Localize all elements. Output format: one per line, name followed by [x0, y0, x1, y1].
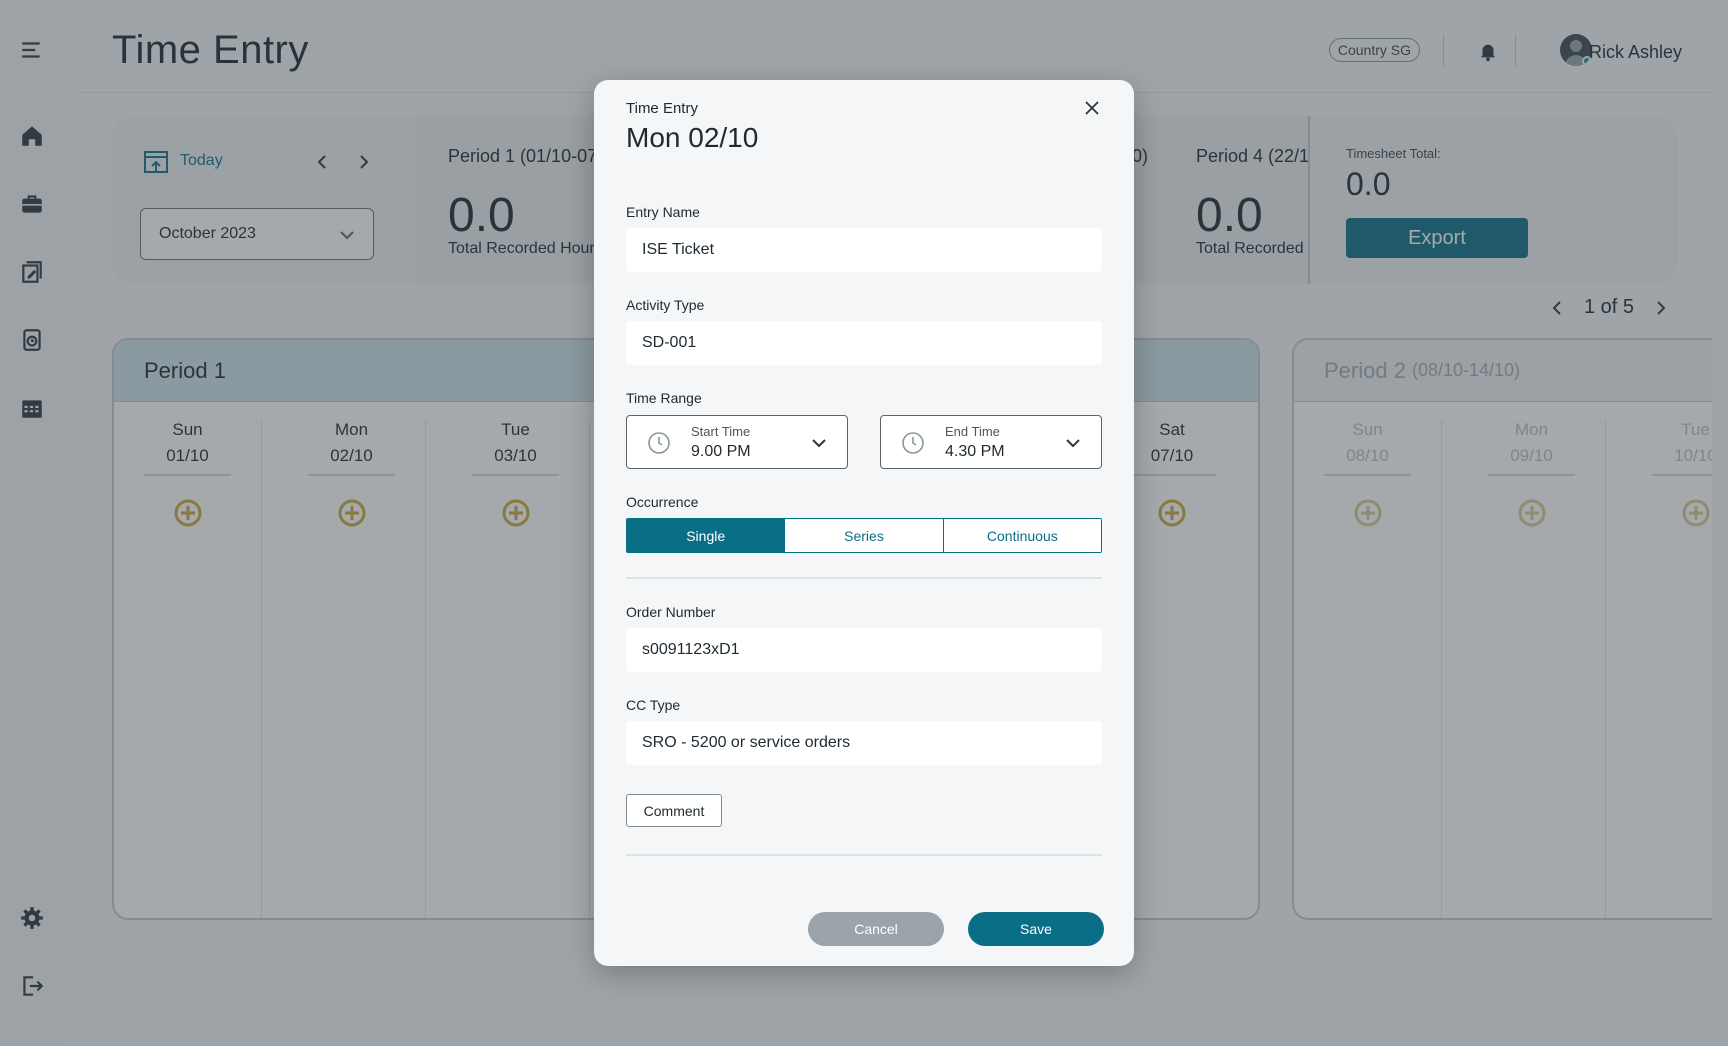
close-icon[interactable] — [1080, 96, 1104, 120]
chevron-down-icon — [1066, 439, 1080, 448]
occurrence-label: Occurrence — [626, 494, 699, 510]
save-button[interactable]: Save — [968, 912, 1104, 946]
activity-type-label: Activity Type — [626, 297, 705, 313]
cc-type-input[interactable]: SRO - 5200 or service orders — [626, 721, 1102, 765]
start-time-value: 9.00 PM — [691, 443, 751, 460]
occurrence-option-single[interactable]: Single — [627, 519, 786, 552]
section-divider — [626, 577, 1102, 579]
comment-button[interactable]: Comment — [626, 794, 722, 827]
modal-title: Mon 02/10 — [626, 122, 759, 153]
order-number-input[interactable]: s0091123xD1 — [626, 628, 1102, 672]
start-time-select[interactable]: Start Time 9.00 PM — [626, 415, 848, 469]
section-divider — [626, 854, 1102, 856]
end-time-label: End Time — [945, 424, 1000, 439]
entry-name-input[interactable]: ISE Ticket — [626, 228, 1102, 272]
clock-icon — [648, 432, 670, 454]
occurrence-segmented-control: Single Series Continuous — [626, 518, 1102, 553]
entry-name-label: Entry Name — [626, 204, 700, 220]
modal-eyebrow: Time Entry — [626, 100, 698, 117]
occurrence-option-continuous[interactable]: Continuous — [943, 519, 1101, 552]
cc-type-label: CC Type — [626, 697, 681, 713]
time-range-label: Time Range — [626, 390, 702, 406]
activity-type-input[interactable]: SD-001 — [626, 321, 1102, 365]
end-time-value: 4.30 PM — [945, 443, 1005, 460]
cancel-button[interactable]: Cancel — [808, 912, 944, 946]
time-entry-modal: Time Entry Mon 02/10 Entry Name ISE Tick… — [594, 80, 1134, 966]
order-number-label: Order Number — [626, 604, 716, 620]
start-time-label: Start Time — [691, 424, 751, 439]
occurrence-option-series[interactable]: Series — [785, 519, 944, 552]
end-time-select[interactable]: End Time 4.30 PM — [880, 415, 1102, 469]
chevron-down-icon — [812, 439, 826, 448]
clock-icon — [902, 432, 924, 454]
